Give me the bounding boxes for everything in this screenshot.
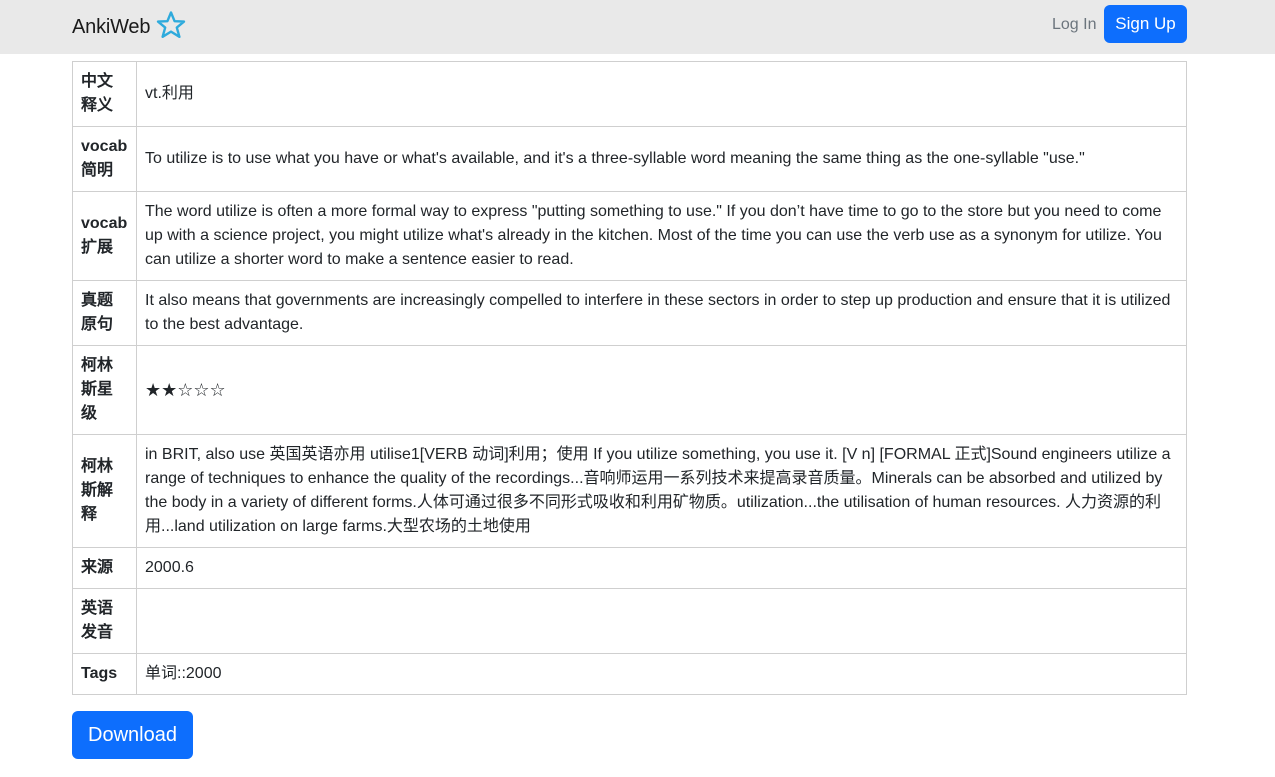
field-name: 中文释义	[72, 61, 137, 127]
field-name: Tags	[72, 653, 137, 695]
note-fields-table-container: 中文释义 vt.利用 vocab简明 To utilize is to use …	[72, 61, 1187, 695]
brand-name: AnkiWeb	[72, 15, 151, 38]
table-row: 英语发音	[72, 588, 1187, 654]
table-row: 柯林斯星级 ★★☆☆☆	[72, 345, 1187, 435]
table-row: 真题原句 It also means that governments are …	[72, 280, 1187, 346]
field-value: in BRIT, also use 英国英语亦用 utilise1[VERB 动…	[136, 434, 1187, 548]
field-name: 英语发音	[72, 588, 137, 654]
table-row: vocab扩展 The word utilize is often a more…	[72, 191, 1187, 281]
field-value: To utilize is to use what you have or wh…	[136, 126, 1187, 192]
field-name: vocab简明	[72, 126, 137, 192]
table-row: Tags 单词::2000	[72, 653, 1187, 695]
field-value: vt.利用	[136, 61, 1187, 127]
field-name: 真题原句	[72, 280, 137, 346]
field-name: 来源	[72, 547, 137, 589]
field-value: 单词::2000	[136, 653, 1187, 695]
field-value: The word utilize is often a more formal …	[136, 191, 1187, 281]
brand-logo-link[interactable]: AnkiWeb	[72, 9, 188, 45]
collins-star-rating: ★★☆☆☆	[136, 345, 1187, 435]
signup-button[interactable]: Sign Up	[1104, 5, 1187, 43]
note-fields-table: 中文释义 vt.利用 vocab简明 To utilize is to use …	[72, 61, 1187, 695]
field-value: 2000.6	[136, 547, 1187, 589]
table-row: 来源 2000.6	[72, 547, 1187, 589]
field-value	[136, 588, 1187, 654]
download-button[interactable]: Download	[72, 711, 193, 759]
field-value: It also means that governments are incre…	[136, 280, 1187, 346]
table-row: 柯林斯解释 in BRIT, also use 英国英语亦用 utilise1[…	[72, 434, 1187, 548]
field-name: 柯林斯星级	[72, 345, 137, 435]
field-name: vocab扩展	[72, 191, 137, 281]
login-link[interactable]: Log In	[1052, 16, 1096, 34]
table-row: vocab简明 To utilize is to use what you ha…	[72, 126, 1187, 192]
anki-star-icon	[157, 11, 186, 38]
table-row: 中文释义 vt.利用	[72, 61, 1187, 127]
top-navbar: AnkiWeb Log In Sign Up	[0, 0, 1275, 54]
field-name: 柯林斯解释	[72, 434, 137, 548]
